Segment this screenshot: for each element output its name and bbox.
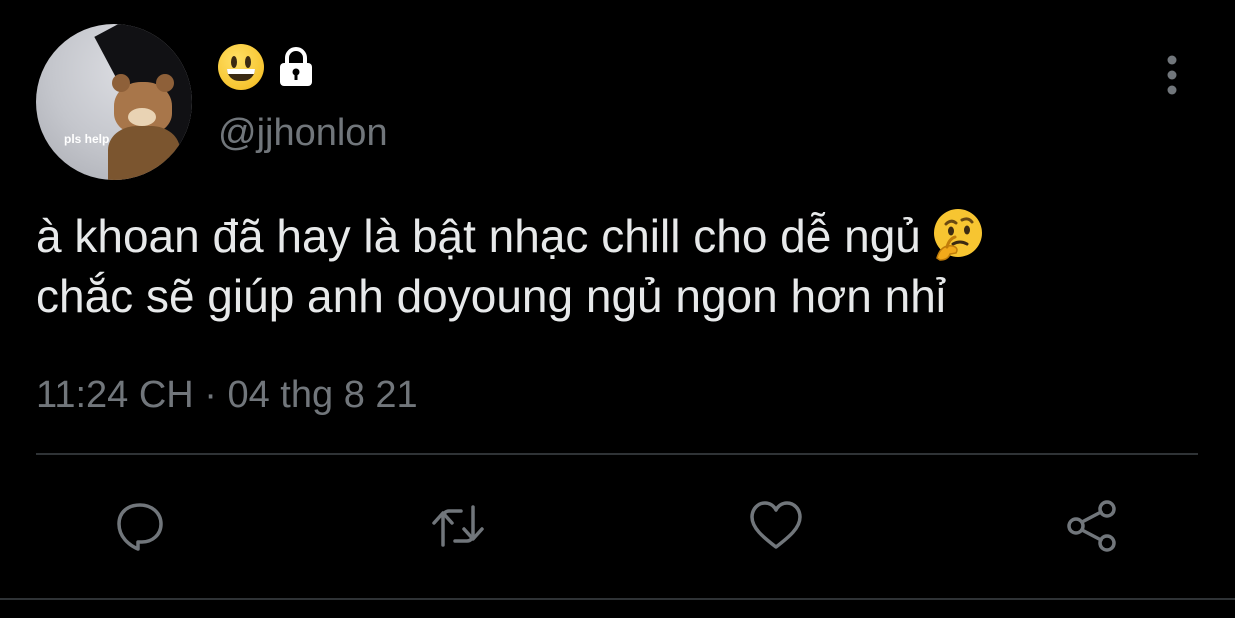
display-name[interactable] xyxy=(218,44,318,90)
retweet-icon xyxy=(432,505,484,547)
tweet-timestamp[interactable]: 11:24 CH · 04 thg 8 21 xyxy=(36,374,418,417)
tweet-text-line-1-text: à khoan đã hay là bật nhạc chill cho dễ … xyxy=(36,210,921,262)
avatar-bear-body xyxy=(108,126,180,180)
divider xyxy=(36,453,1198,455)
reply-icon xyxy=(117,503,163,551)
thinking-face-emoji-icon xyxy=(933,209,982,261)
lock-icon xyxy=(280,47,312,86)
author-handle[interactable]: @jjhonlon xyxy=(218,112,388,155)
reply-button[interactable] xyxy=(110,496,170,556)
share-button[interactable] xyxy=(1062,496,1122,556)
avatar[interactable]: pls help xyxy=(36,24,192,180)
avatar-bear-muzzle xyxy=(128,108,156,126)
tweet-text-line-1: à khoan đã hay là bật nhạc chill cho dễ … xyxy=(36,206,1216,266)
avatar-caption: pls help xyxy=(64,132,110,146)
retweet-button[interactable] xyxy=(428,496,488,556)
tweet-text: à khoan đã hay là bật nhạc chill cho dễ … xyxy=(36,206,1216,326)
more-options-icon[interactable] xyxy=(1158,52,1186,98)
like-button[interactable] xyxy=(746,496,806,556)
tweet-detail: pls help @jjhonlon à khoan đã hay là bật… xyxy=(0,0,1235,618)
heart-icon xyxy=(750,501,802,549)
grinning-face-emoji-icon xyxy=(218,44,264,90)
tweet-text-line-2: chắc sẽ giúp anh doyoung ngủ ngon hơn nh… xyxy=(36,270,947,322)
share-icon xyxy=(1067,500,1116,552)
bottom-divider xyxy=(0,598,1235,600)
